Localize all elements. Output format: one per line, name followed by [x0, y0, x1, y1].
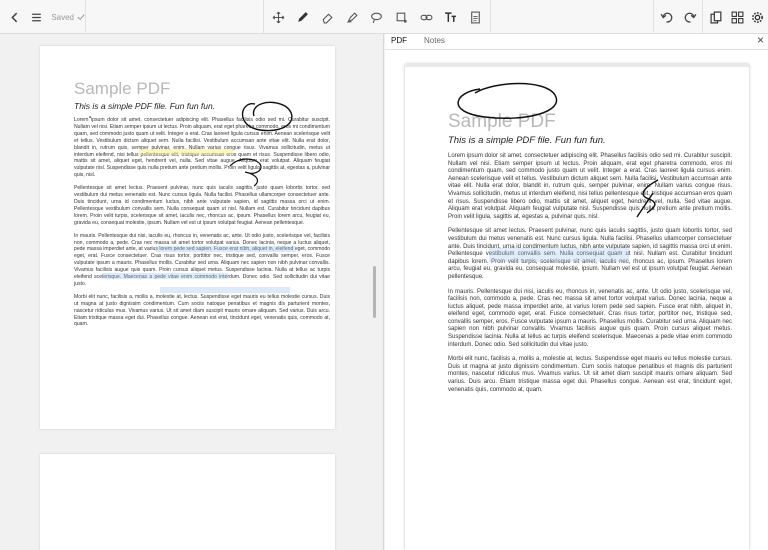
page-2[interactable]	[40, 454, 335, 550]
doc-title: Sample PDF	[74, 79, 171, 98]
pdf-paragraph-4: Morbi elit nunc, facilisis a, mollis a, …	[448, 356, 732, 393]
pdf-subtitle: This is a simple PDF file. Fun fun fun.	[448, 135, 606, 146]
text-icon[interactable]	[439, 5, 463, 29]
preview-pane: PDF Notes × Sample PDF This is a simple …	[385, 33, 768, 550]
history-group	[653, 0, 703, 34]
tab-notes[interactable]: Notes	[424, 36, 445, 45]
grid-icon[interactable]	[727, 5, 748, 29]
link-icon[interactable]	[414, 5, 438, 29]
paragraph-2: Pellentesque sit amet lectus. Praesent p…	[74, 185, 330, 226]
highlight-yellow[interactable]	[139, 149, 233, 155]
move-icon[interactable]	[266, 5, 290, 29]
paragraph-3: In mauris. Pellentesque dui nisi, iaculi…	[74, 232, 330, 287]
shape-icon[interactable]	[390, 5, 414, 29]
pdf-title: Sample PDF	[448, 111, 556, 132]
settings-icon[interactable]	[747, 5, 768, 29]
eraser-icon[interactable]	[316, 5, 340, 29]
copy-icon[interactable]	[706, 5, 727, 29]
saved-label: Saved	[51, 12, 74, 22]
pdf-page[interactable]: Sample PDF This is a simple PDF file. Fu…	[405, 64, 749, 550]
lasso-icon[interactable]	[365, 5, 389, 29]
highlight-blue-2[interactable]	[102, 273, 228, 279]
page-1[interactable]: Sample PDF This is a simple PDF file. Fu…	[40, 46, 335, 429]
image-icon[interactable]	[464, 5, 488, 29]
preview-tabs: PDF Notes ×	[385, 33, 768, 50]
highlight-blue-3[interactable]	[160, 287, 290, 293]
tab-pdf[interactable]: PDF	[391, 36, 407, 45]
toolbar-left-group: Saved	[0, 0, 86, 34]
toolbar: Saved	[0, 0, 768, 34]
back-icon[interactable]	[3, 5, 25, 29]
scrollbar[interactable]	[373, 266, 376, 318]
close-icon[interactable]: ×	[757, 33, 764, 47]
pdf-highlight-blue-1	[489, 248, 629, 255]
pdf-highlight-blue-2	[489, 255, 629, 262]
tool-group	[263, 0, 491, 34]
highlight-blue-1[interactable]	[156, 246, 296, 252]
menu-icon[interactable]	[25, 5, 47, 29]
view-group	[706, 0, 768, 34]
undo-icon[interactable]	[654, 5, 678, 29]
editor-pane[interactable]: Sample PDF This is a simple PDF file. Fu…	[0, 34, 384, 550]
pen-icon[interactable]	[291, 5, 315, 29]
pdf-paragraph-1: Lorem ipsum dolor sit amet, consectetuer…	[448, 153, 732, 220]
check-icon	[77, 14, 85, 21]
doc-subtitle: This is a simple PDF file. Fun fun fun.	[74, 101, 216, 111]
redo-icon[interactable]	[678, 5, 702, 29]
saved-status: Saved	[51, 13, 85, 22]
pdf-paragraph-3: In mauris. Pellentesque dui nisi, iaculi…	[448, 288, 732, 348]
highlighter-icon[interactable]	[340, 5, 364, 29]
paragraph-4: Morbi elit nunc, facilisis a, mollis a, …	[74, 293, 330, 328]
